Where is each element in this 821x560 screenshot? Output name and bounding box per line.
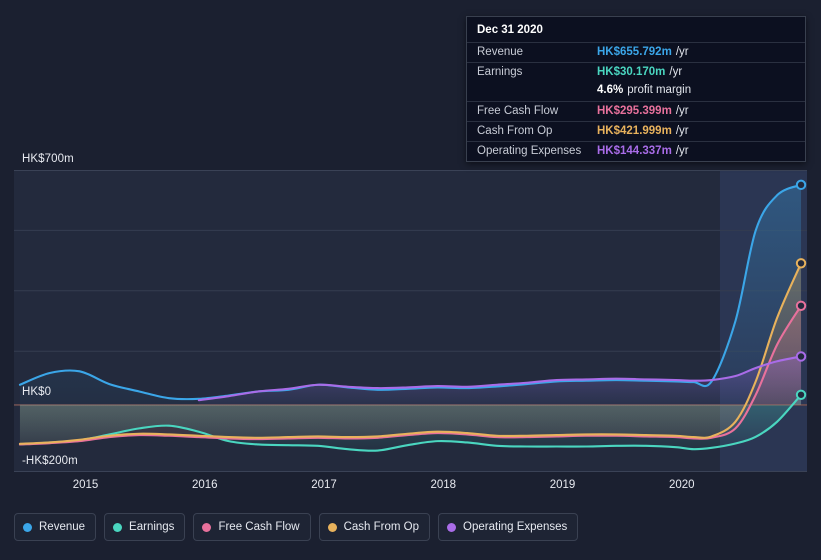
tooltip-subrow-profit-margin: 4.6% profit margin [467, 82, 805, 101]
tooltip-profit-margin-label: profit margin [627, 84, 692, 96]
tooltip-row-operating-expenses: Operating Expenses HK$144.337m/yr [467, 141, 805, 161]
x-axis-tick-2017: 2017 [311, 479, 337, 491]
tooltip-metric-name: Cash From Op [477, 125, 553, 137]
tooltip-metric-unit: /yr [675, 125, 689, 137]
tooltip-row-revenue: Revenue HK$655.792m/yr [467, 42, 805, 62]
series-endpoint-earnings [795, 389, 807, 400]
tooltip-metric-name: Free Cash Flow [477, 105, 559, 117]
tooltip-metric-value: HK$295.399m [597, 105, 672, 117]
tooltip-row-earnings: Earnings HK$30.170m/yr [467, 62, 805, 82]
tooltip-metric-value: HK$655.792m [597, 46, 672, 58]
legend-color-dot-icon [447, 522, 457, 532]
tooltip-metric-name: Revenue [477, 46, 524, 58]
legend-label: Revenue [39, 521, 86, 533]
legend-label: Free Cash Flow [218, 521, 300, 533]
legend-item-revenue[interactable]: Revenue [14, 513, 97, 541]
x-axis-tick-2015: 2015 [72, 479, 99, 491]
x-axis-tick-2016: 2016 [192, 479, 218, 491]
y-axis-label-zero: HK$0 [22, 386, 52, 398]
legend-color-dot-icon [327, 522, 337, 532]
series-endpoint-cash-from-op [795, 258, 807, 269]
tooltip-metric-unit: /yr [675, 46, 689, 58]
tooltip-subrow-spacer [477, 83, 597, 97]
tooltip-date: Dec 31 2020 [477, 24, 543, 36]
legend-color-dot-icon [23, 522, 32, 532]
plot-area [14, 170, 807, 472]
legend-color-dot-icon [113, 522, 123, 532]
y-axis-label-bottom: -HK$200m [22, 455, 78, 467]
tooltip-metric-name: Earnings [477, 66, 523, 78]
x-axis-tick-2019: 2019 [549, 479, 576, 491]
tooltip-rows: Revenue HK$655.792m/yr Earnings HK$30.170m /… [467, 42, 805, 161]
legend-label: Operating Expenses [463, 521, 568, 533]
legend-label: Earnings [129, 521, 175, 533]
y-axis-label-top: HK$700m [22, 153, 74, 165]
tooltip-row-free-cash-flow: Free Cash Flow HK$295.399m/yr [467, 101, 805, 121]
legend-item-free-cash-flow[interactable]: Free Cash Flow [193, 513, 311, 541]
x-axis-tick-2020: 2020 [668, 479, 695, 491]
tooltip-metric-value: HK$421.999m [597, 125, 672, 137]
series-endpoint-operating-expenses [795, 351, 807, 362]
tooltip-metric-unit: /yr [675, 145, 689, 157]
tooltip-metric-value: HK$144.337m [597, 145, 672, 157]
tooltip-profit-margin-value: 4.6% [597, 84, 624, 96]
chart-legend: Revenue Earnings Free Cash Flow Cash From O… [14, 513, 579, 541]
tooltip-row-cash-from-op: Cash From Op HK$421.999m/yr [467, 121, 805, 141]
plot-svg [14, 170, 807, 472]
financials-chart: HK$700m HK$0 -HK$200m 2015 2016 2017 2018 20… [0, 0, 821, 560]
legend-label: Cash From Op [343, 521, 420, 533]
legend-item-earnings[interactable]: Earnings [104, 513, 186, 541]
tooltip-metric-name: Operating Expenses [477, 145, 582, 157]
tooltip-metric-value: HK$30.170m [597, 66, 666, 78]
legend-item-operating-expenses[interactable]: Operating Expenses [438, 513, 579, 541]
legend-color-dot-icon [202, 522, 212, 532]
tooltip-metric-unit: /yr [669, 66, 683, 78]
series-endpoint-free-cash-flow [795, 300, 807, 311]
tooltip-metric-unit: /yr [675, 105, 689, 117]
x-axis-tick-2018: 2018 [430, 479, 457, 491]
data-tooltip: Dec 31 2020 Revenue HK$655.792m/yr Earning… [466, 16, 806, 162]
legend-item-cash-from-op[interactable]: Cash From Op [318, 513, 431, 541]
series-endpoint-revenue [795, 179, 807, 191]
